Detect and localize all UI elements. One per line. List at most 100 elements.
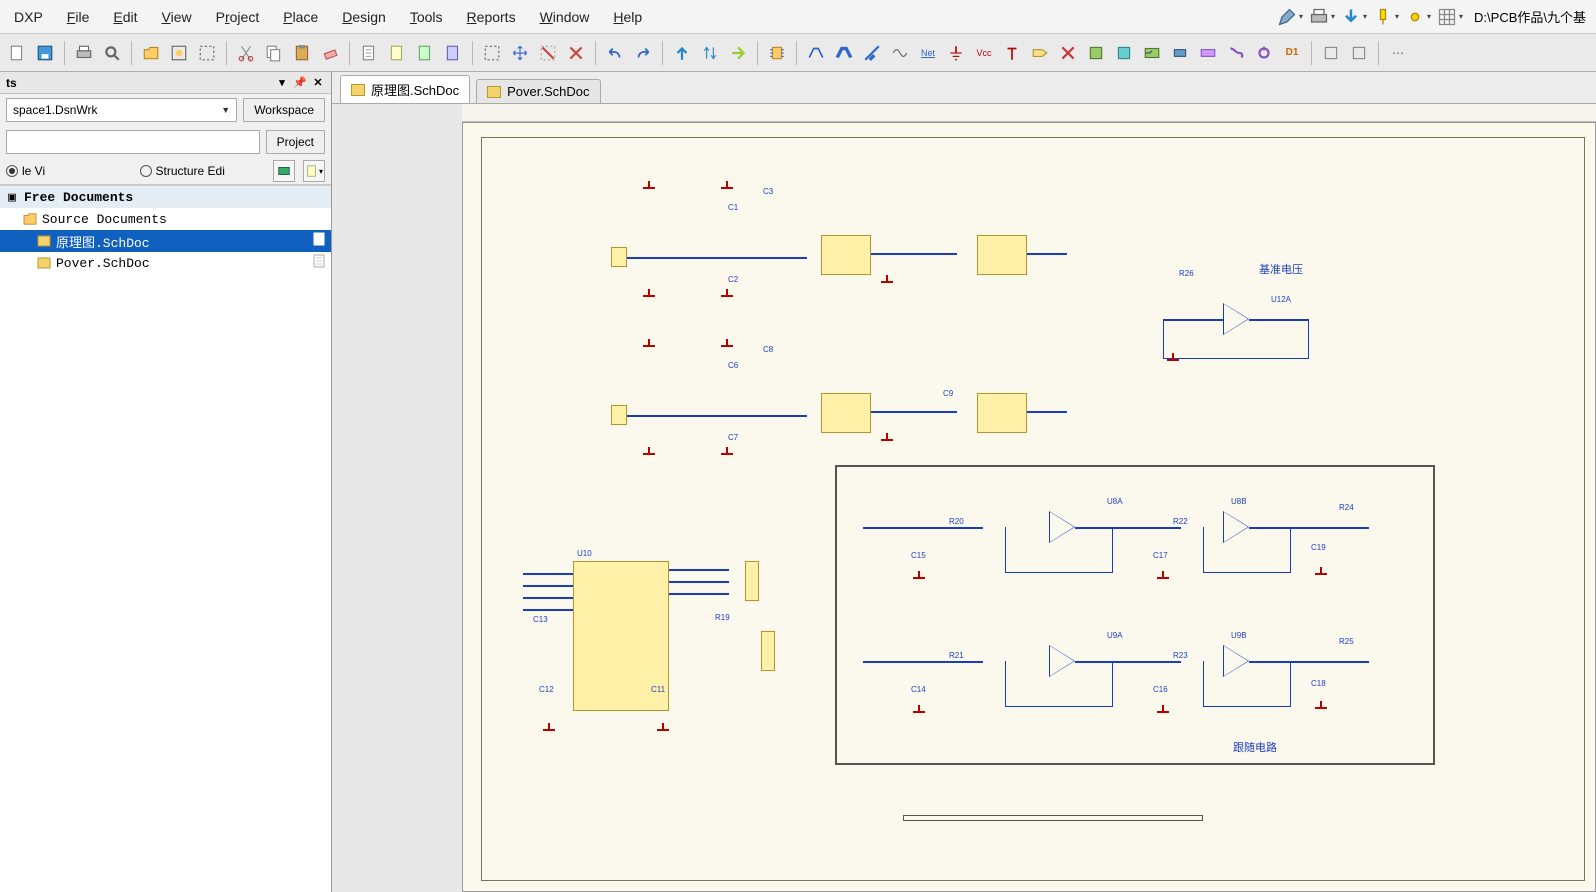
tb-port-icon[interactable] [1027,40,1053,66]
tb-hier-swap-icon[interactable] [697,40,723,66]
panel-tool2-icon[interactable]: ▾ [303,160,325,182]
tb-netlabel-icon[interactable]: Net [915,40,941,66]
tb-harness2-icon[interactable] [1223,40,1249,66]
tb-clear-icon[interactable] [563,40,589,66]
tb-redo-icon[interactable] [630,40,656,66]
menu-file[interactable]: File [57,5,100,29]
tb-vcc-icon[interactable]: Vcc [971,40,997,66]
tb-save-icon[interactable] [32,40,58,66]
project-input[interactable] [6,130,260,154]
tab-schematic[interactable]: 原理图.SchDoc [340,75,470,103]
menu-place[interactable]: Place [273,5,328,29]
tb-hier-up-icon[interactable] [669,40,695,66]
tb-d1-icon[interactable]: D1 [1279,40,1305,66]
tb-signal-icon[interactable] [887,40,913,66]
radio-structure-editor[interactable]: Structure Edi [140,164,266,178]
menu-view[interactable]: View [152,5,202,29]
tb-cut-icon[interactable] [233,40,259,66]
tab-pover[interactable]: Pover.SchDoc [476,79,600,103]
schematic-canvas[interactable]: C1 C2 C3 C6 C7 C8 C9 [332,104,1596,892]
menu-design[interactable]: Design [332,5,396,29]
gnd-icon [1157,577,1169,587]
tb-wire-icon[interactable] [803,40,829,66]
tb-sheet2-icon[interactable] [1111,40,1137,66]
tb-bus-icon[interactable] [831,40,857,66]
tb-sheetentry-icon[interactable] [1139,40,1165,66]
feedback [1203,661,1291,707]
gnd-icon [543,729,555,739]
tb-doc3-icon[interactable] [412,40,438,66]
tree-group-free-documents[interactable]: ▣ Free Documents [0,186,331,208]
tb-device-icon[interactable] [1167,40,1193,66]
tb-new-icon[interactable] [4,40,30,66]
gnd-icon [657,729,669,739]
projects-panel: ts ▾ 📌 ✕ space1.DsnWrk ▼ Workspace Proje… [0,72,332,892]
tree-folder-source-documents[interactable]: Source Documents [0,208,331,230]
tb-more-icon[interactable]: ⋯ [1385,40,1411,66]
tool-pencil-icon[interactable]: ▾ [1277,6,1303,28]
tb-harness1-icon[interactable] [1195,40,1221,66]
lbl-c15: C15 [911,551,926,560]
tree-doc-pover[interactable]: Pover.SchDoc [0,252,331,274]
lbl-r24: R24 [1339,503,1354,512]
tb-print-icon[interactable] [71,40,97,66]
tb-move-icon[interactable] [507,40,533,66]
menu-help[interactable]: Help [603,5,652,29]
tb-comp-icon[interactable] [764,40,790,66]
tool-node-icon[interactable]: ▾ [1405,6,1431,28]
menu-edit[interactable]: Edit [103,5,147,29]
wire [1075,527,1181,529]
tb-doc4-icon[interactable] [440,40,466,66]
tb-paste-icon[interactable] [289,40,315,66]
lbl-u9b: U9B [1231,631,1247,640]
workspace-dropdown[interactable]: space1.DsnWrk ▼ [6,98,237,122]
radio-file-view[interactable]: le Vi [6,164,132,178]
tb-doc2-icon[interactable] [384,40,410,66]
tool-print-icon[interactable]: ▾ [1309,6,1335,28]
tb-gnd-icon[interactable] [943,40,969,66]
sheet[interactable]: C1 C2 C3 C6 C7 C8 C9 [462,122,1596,892]
menu-tools[interactable]: Tools [400,5,453,29]
menu-project[interactable]: Project [206,5,270,29]
wire [1249,661,1369,663]
tb-doc1-icon[interactable] [356,40,382,66]
tb-zoom-fit-icon[interactable] [166,40,192,66]
project-button[interactable]: Project [266,130,325,154]
menu-reports[interactable]: Reports [457,5,526,29]
tb-zoom-area-icon[interactable] [194,40,220,66]
tb-hier-down-icon[interactable] [725,40,751,66]
gnd-icon [1315,573,1327,583]
lbl-c17: C17 [1153,551,1168,560]
tb-select-rect-icon[interactable] [479,40,505,66]
tool-grid-icon[interactable]: ▾ [1437,6,1463,28]
tb-rubber-icon[interactable] [317,40,343,66]
tb-box1-icon[interactable] [1318,40,1344,66]
tb-busentry-icon[interactable] [859,40,885,66]
gnd-icon [721,187,733,197]
tool-down-icon[interactable]: ▾ [1341,6,1367,28]
panel-dropdown-icon[interactable]: ▾ [275,76,289,90]
panel-pin-icon[interactable]: 📌 [293,76,307,90]
tb-harness3-icon[interactable] [1251,40,1277,66]
tool-pin-icon[interactable]: ▾ [1373,6,1399,28]
tb-noerc-icon[interactable] [1055,40,1081,66]
tb-preview-icon[interactable] [99,40,125,66]
tb-sheet1-icon[interactable] [1083,40,1109,66]
wire [523,573,573,575]
lbl-c8: C8 [763,345,773,354]
menu-dxp[interactable]: DXP [4,5,53,29]
tb-box2-icon[interactable] [1346,40,1372,66]
connector [611,247,627,267]
menu-window[interactable]: Window [530,5,600,29]
tree-doc-schematic[interactable]: 原理图.SchDoc [0,230,331,252]
workspace-button[interactable]: Workspace [243,98,325,122]
panel-tool1-icon[interactable] [273,160,295,182]
panel-title-bar: ts ▾ 📌 ✕ [0,72,331,94]
panel-close-icon[interactable]: ✕ [311,76,325,90]
gnd-icon [643,345,655,355]
tb-deselect-icon[interactable] [535,40,561,66]
tb-open-icon[interactable] [138,40,164,66]
tb-undo-icon[interactable] [602,40,628,66]
tb-power-icon[interactable] [999,40,1025,66]
tb-copy-icon[interactable] [261,40,287,66]
